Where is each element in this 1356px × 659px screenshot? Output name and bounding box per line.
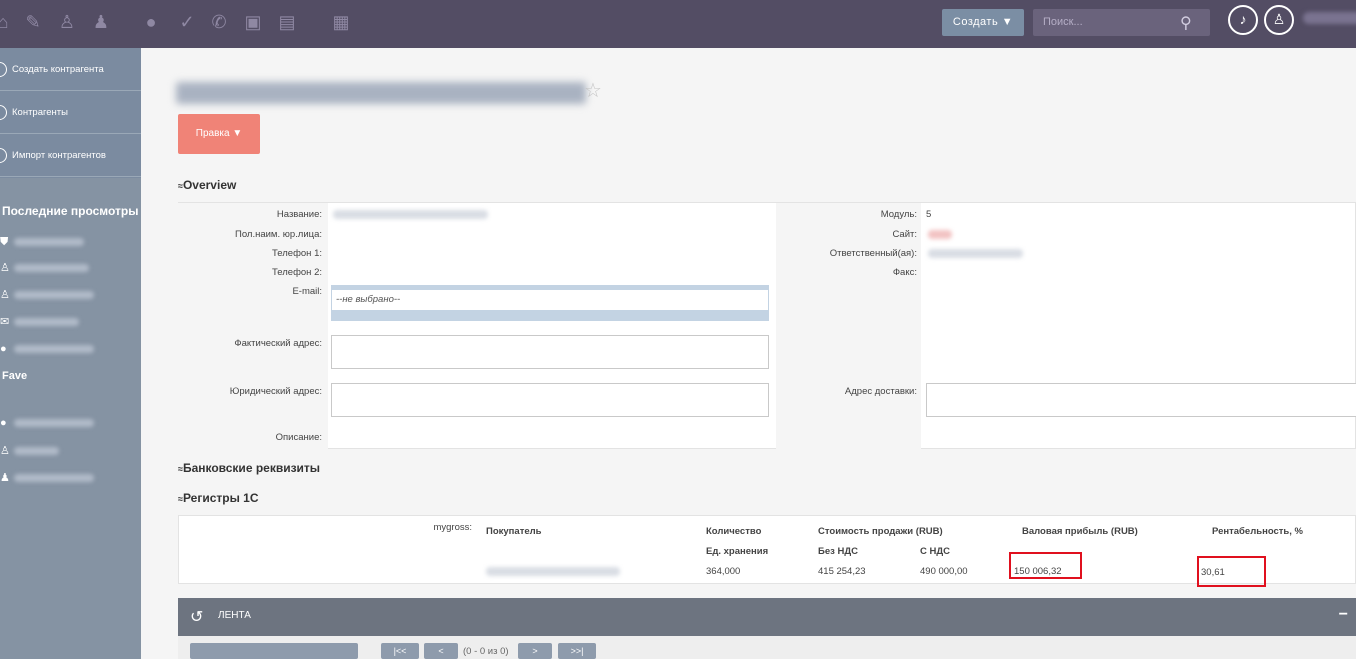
user-avatar-icon[interactable]: ♙ [1264, 5, 1294, 35]
full-name-label: Пол.наим. юр.лица: [235, 229, 322, 240]
history-icon: ↺ [190, 609, 204, 626]
column-buyer: Покупатель [486, 526, 542, 537]
sidebar: Создать контрагента Контрагенты Импорт к… [0, 48, 141, 659]
circle-icon [0, 148, 7, 163]
name-value-blurred [333, 210, 488, 219]
bulb-icon: ● [0, 343, 7, 355]
responsible-value-blurred[interactable] [928, 249, 1023, 258]
subcolumn-with-vat: С НДС [920, 546, 950, 557]
quantity-value: 364,000 [706, 566, 741, 577]
home-icon[interactable]: ⌂ [0, 11, 14, 33]
delivery-address-label: Адрес доставки: [844, 386, 917, 397]
sidebar-item-create-account[interactable]: Создать контрагента [0, 48, 141, 91]
circle-icon [0, 105, 7, 120]
record-title-blurred [176, 82, 586, 104]
user-icon: ♙ [0, 262, 10, 274]
circle-icon [0, 62, 7, 77]
actual-address-field[interactable] [331, 335, 769, 369]
name-label: Название: [276, 209, 322, 220]
column-gross-profit: Валовая прибыль (RUB) [1022, 526, 1138, 537]
column-quantity: Количество [706, 526, 762, 537]
column-profitability: Рентабельность, % [1212, 526, 1304, 537]
overview-section-header[interactable]: ≈Overview [178, 178, 236, 192]
description-label: Описание: [275, 432, 322, 443]
page-last-button[interactable]: >>| [558, 643, 596, 659]
users-icon: ♟ [0, 472, 10, 484]
buyer-value-blurred [486, 567, 620, 576]
sale-vat-value: 490 000,00 [920, 566, 968, 577]
actual-address-label: Фактический адрес: [234, 338, 322, 349]
legal-address-label: Юридический адрес: [229, 386, 322, 397]
favorites-heading: Fave [2, 370, 28, 382]
email-field[interactable]: --не выбрано-- [332, 290, 768, 310]
user-icon: ♙ [0, 289, 10, 301]
site-label: Сайт: [892, 229, 917, 240]
subcolumn-no-vat: Без НДС [818, 546, 858, 557]
subcolumn-storage-unit: Ед. хранения [706, 546, 769, 557]
bulb-icon: ● [0, 417, 7, 429]
grid-icon[interactable]: ▦ [330, 11, 352, 33]
search-icon[interactable]: ⚲ [1180, 13, 1198, 32]
book-icon[interactable]: ▣ [242, 11, 264, 33]
users-icon[interactable]: ♟ [90, 11, 112, 33]
top-navigation-bar: ⌂ ✎ ♙ ♟ ● ✓ ✆ ▣ ▤ ▦ Создать ▼ Поиск... ⚲… [0, 0, 1356, 48]
fax-label: Факс: [892, 267, 917, 278]
page-range: (0 - 0 из 0) [463, 646, 509, 657]
recent-views-heading: Последние просмотры [2, 204, 139, 218]
feed-header[interactable]: ↺ ЛЕНТА − [178, 598, 1356, 636]
page-next-button[interactable]: > [518, 643, 552, 659]
legal-address-field[interactable] [331, 383, 769, 417]
phone2-label: Телефон 2: [272, 267, 322, 278]
column-sale-cost: Стоимость продажи (RUB) [818, 526, 943, 537]
page-first-button[interactable]: |<< [381, 643, 419, 659]
site-value-blurred[interactable] [928, 230, 952, 239]
favorite-star-icon[interactable]: ☆ [584, 78, 602, 103]
module-label: Модуль: [880, 209, 917, 220]
shield-icon: ⛊ [0, 236, 9, 248]
phone-icon[interactable]: ✆ [208, 11, 230, 33]
edit-icon[interactable]: ✎ [22, 11, 44, 33]
page-prev-button[interactable]: < [424, 643, 458, 659]
create-button[interactable]: Создать ▼ [942, 9, 1024, 36]
bank-details-section-header[interactable]: ≈Банковские реквизиты [178, 461, 320, 475]
feed-title: ЛЕНТА [218, 610, 251, 621]
sale-no-vat-value: 415 254,23 [818, 566, 866, 577]
edit-button[interactable]: Правка ▼ [178, 114, 260, 154]
registers-section-header[interactable]: ≈Регистры 1С [178, 491, 259, 505]
phone1-label: Телефон 1: [272, 248, 322, 259]
responsible-label: Ответственный(ая): [829, 248, 917, 259]
check-icon[interactable]: ✓ [176, 11, 198, 33]
bulb-icon[interactable]: ● [140, 11, 162, 33]
sidebar-item-accounts[interactable]: Контрагенты [0, 91, 141, 134]
user-icon: ♙ [0, 445, 10, 457]
feed-filter-button[interactable] [190, 643, 358, 659]
minimize-button[interactable]: − [1339, 606, 1348, 624]
calendar-icon[interactable]: ▤ [276, 11, 298, 33]
mygross-label: mygross: [433, 522, 472, 533]
user-icon[interactable]: ♙ [56, 11, 78, 33]
highlight-box [1197, 556, 1266, 587]
user-name-blurred[interactable] [1303, 12, 1356, 24]
delivery-address-field[interactable] [926, 383, 1356, 417]
email-icon: ✉ [0, 316, 10, 328]
sidebar-item-import-accounts[interactable]: Импорт контрагентов [0, 134, 141, 177]
highlight-box [1009, 552, 1082, 579]
module-value: 5 [926, 209, 932, 220]
notifications-bell-icon[interactable]: ♪ [1228, 5, 1258, 35]
email-label: E-mail: [292, 286, 322, 297]
